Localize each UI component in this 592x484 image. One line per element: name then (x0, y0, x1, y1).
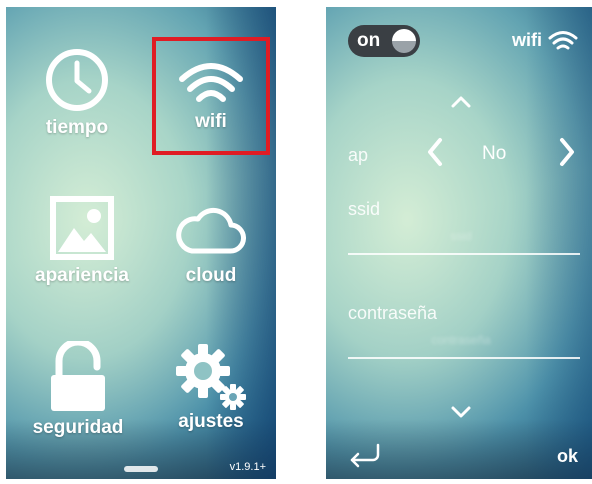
wifi-icon (179, 63, 243, 102)
main-menu-screen: tiempo wifi apariencia cloud seguridad a… (6, 7, 276, 479)
menu-item-ajustes[interactable]: ajustes (156, 341, 266, 451)
password-label: contraseña (348, 303, 438, 323)
menu-item-label: wifi (195, 111, 227, 132)
menu-item-cloud[interactable]: cloud (156, 195, 266, 305)
menu-item-label: ajustes (178, 411, 244, 432)
toggle-label: on (357, 30, 381, 51)
wifi-toggle[interactable]: on (348, 25, 420, 57)
menu-item-wifi[interactable]: wifi (152, 37, 270, 155)
ap-label: ap (348, 145, 369, 165)
home-indicator[interactable] (124, 466, 158, 472)
version-label: v1.9.1+ (229, 461, 266, 473)
menu-item-seguridad[interactable]: seguridad (16, 341, 140, 451)
ssid-label: ssid (348, 199, 381, 219)
menu-item-label: seguridad (32, 417, 124, 438)
toggle-knob (392, 29, 416, 53)
cloud-icon (176, 208, 246, 254)
menu-item-label: cloud (185, 265, 237, 286)
ssid-underline (348, 253, 580, 255)
password-input[interactable]: contraseña (326, 333, 592, 347)
unlocked-padlock-icon (51, 341, 105, 411)
wifi-settings-screen: on wifi ap No ssid ssid contraseña contr… (326, 7, 592, 479)
menu-item-label: apariencia (35, 265, 129, 286)
chevron-up-icon[interactable] (450, 95, 472, 109)
wifi-icon (548, 31, 578, 50)
gears-icon (176, 344, 246, 410)
menu-item-label: tiempo (45, 117, 109, 138)
ap-value: No (482, 143, 507, 164)
image-icon (50, 196, 114, 260)
password-underline (348, 357, 580, 359)
menu-item-apariencia[interactable]: apariencia (22, 195, 142, 305)
menu-item-tiempo[interactable]: tiempo (22, 47, 132, 157)
back-arrow-icon[interactable] (348, 443, 382, 469)
chevron-right-icon[interactable] (558, 137, 576, 167)
screen-title: wifi (512, 29, 542, 50)
chevron-left-icon[interactable] (426, 137, 444, 167)
ssid-input[interactable]: ssid (326, 229, 592, 243)
wifi-status: wifi (512, 29, 578, 51)
ok-button[interactable]: ok (557, 446, 578, 467)
chevron-down-icon[interactable] (450, 405, 472, 419)
clock-icon (46, 49, 108, 111)
